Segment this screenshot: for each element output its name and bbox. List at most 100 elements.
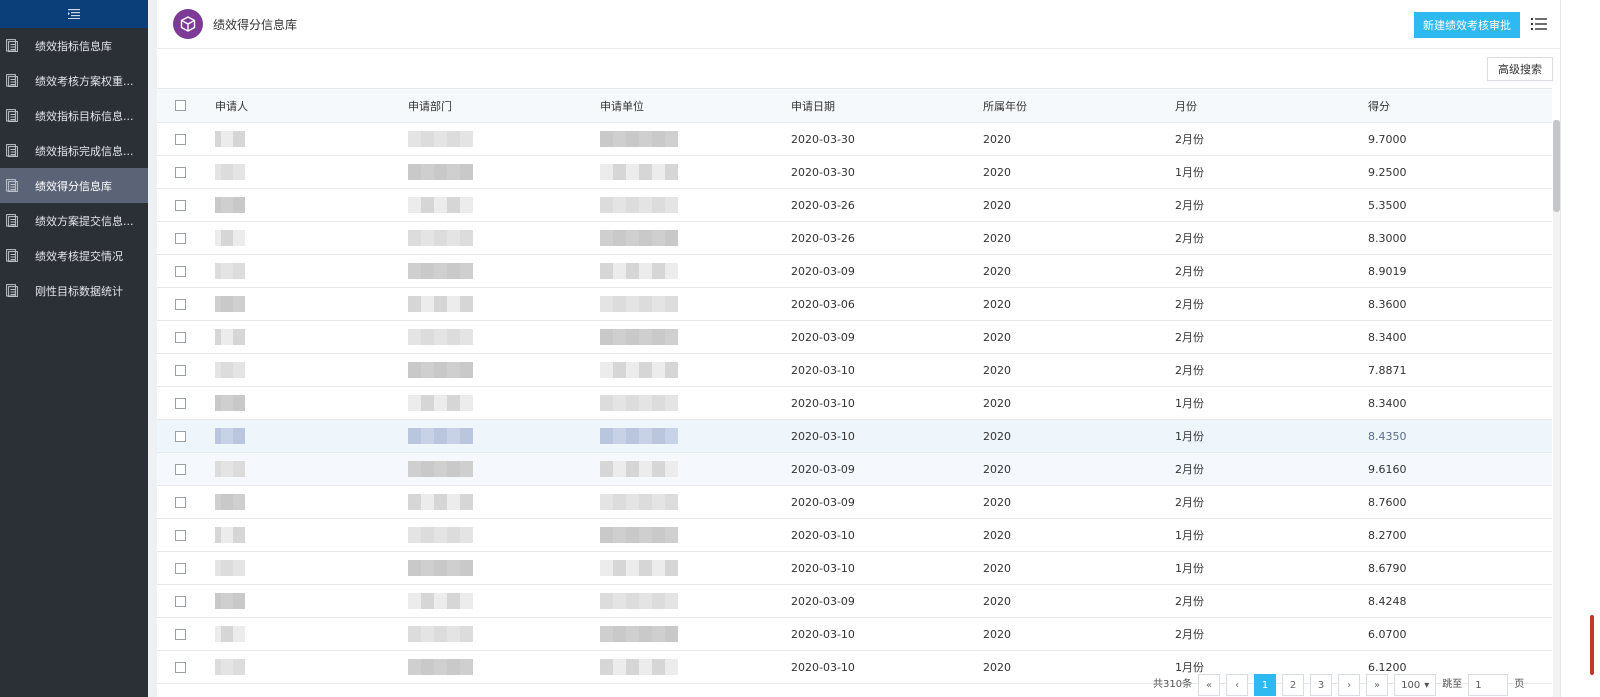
- row-checkbox[interactable]: [175, 288, 187, 320]
- department-cell: [408, 156, 473, 188]
- table-row[interactable]: 2020-03-30 2020 1月份 9.2500: [157, 156, 1552, 189]
- redacted-text: [215, 230, 245, 246]
- last-page-button[interactable]: »: [1366, 674, 1389, 696]
- department-cell: [408, 618, 473, 650]
- table-row[interactable]: 2020-03-10 2020 2月份 6.0700: [157, 618, 1552, 651]
- new-approval-button[interactable]: 新建绩效考核审批: [1414, 12, 1520, 38]
- page-title: 绩效得分信息库: [213, 17, 298, 32]
- department-cell: [408, 585, 473, 617]
- row-checkbox[interactable]: [175, 189, 187, 221]
- applicant-cell: [215, 255, 245, 287]
- table-row[interactable]: 2020-03-10 2020 1月份 8.4350: [157, 420, 1552, 453]
- goto-page-input[interactable]: 1: [1468, 674, 1509, 696]
- sidebar-item[interactable]: 绩效考核方案权重...: [0, 63, 148, 98]
- department-cell: [408, 651, 473, 683]
- document-icon: [6, 39, 20, 53]
- sidebar-item[interactable]: 绩效考核提交情况: [0, 238, 148, 273]
- column-header-date[interactable]: 申请日期: [791, 89, 835, 122]
- column-header-month[interactable]: 月份: [1175, 89, 1197, 122]
- year-cell: 2020: [983, 396, 1011, 410]
- page-button-3[interactable]: 3: [1310, 674, 1333, 696]
- sidebar-item[interactable]: 刚性目标数据统计: [0, 273, 148, 308]
- sidebar-item[interactable]: 绩效方案提交信息...: [0, 203, 148, 238]
- unit-cell: [600, 189, 678, 221]
- row-checkbox[interactable]: [175, 618, 187, 650]
- sidebar-item[interactable]: 绩效得分信息库: [0, 168, 148, 203]
- row-checkbox[interactable]: [175, 156, 187, 188]
- row-checkbox[interactable]: [175, 486, 187, 518]
- row-checkbox[interactable]: [175, 453, 187, 485]
- table-row[interactable]: 2020-03-09 2020 2月份 8.7600: [157, 486, 1552, 519]
- table-scrollbar[interactable]: [1553, 120, 1560, 697]
- year-cell: 2020: [983, 594, 1011, 608]
- row-checkbox[interactable]: [175, 420, 187, 452]
- table-row[interactable]: 2020-03-30 2020 2月份 9.7000: [157, 123, 1552, 156]
- row-checkbox[interactable]: [175, 519, 187, 551]
- applicant-cell: [215, 288, 245, 320]
- table-row[interactable]: 2020-03-09 2020 2月份 8.3400: [157, 321, 1552, 354]
- redacted-text: [215, 593, 245, 609]
- redacted-text: [408, 296, 473, 312]
- column-header-score[interactable]: 得分: [1368, 89, 1390, 122]
- document-icon: [6, 284, 20, 298]
- table-scrollbar-thumb[interactable]: [1553, 120, 1560, 212]
- row-checkbox[interactable]: [175, 354, 187, 386]
- page-button-1[interactable]: 1: [1254, 674, 1277, 696]
- list-icon[interactable]: [1531, 17, 1547, 31]
- score-cell: 8.4248: [1368, 594, 1407, 608]
- document-icon: [6, 74, 20, 88]
- score-cell: 8.6790: [1368, 561, 1407, 575]
- cube-icon: [180, 16, 196, 32]
- row-checkbox[interactable]: [175, 552, 187, 584]
- next-page-button[interactable]: ›: [1338, 674, 1361, 696]
- column-header-department[interactable]: 申请部门: [408, 89, 452, 122]
- document-icon: [6, 144, 20, 158]
- table-row[interactable]: 2020-03-26 2020 2月份 5.3500: [157, 189, 1552, 222]
- row-checkbox[interactable]: [175, 123, 187, 155]
- main-panel: 绩效得分信息库 新建绩效考核审批 高级搜索 申请人 申请部门 申请单位 申请日期…: [157, 0, 1560, 697]
- first-page-button[interactable]: «: [1198, 674, 1221, 696]
- sidebar-collapse-button[interactable]: [0, 0, 148, 28]
- department-cell: [408, 189, 473, 221]
- row-checkbox[interactable]: [175, 255, 187, 287]
- sidebar-item[interactable]: 绩效指标目标信息...: [0, 98, 148, 133]
- redacted-text: [408, 263, 473, 279]
- score-cell: 9.2500: [1368, 165, 1407, 179]
- page-size-select[interactable]: 100 ▾: [1394, 674, 1437, 696]
- window-scrollbar[interactable]: [1560, 0, 1600, 697]
- table-row[interactable]: 2020-03-26 2020 2月份 8.3000: [157, 222, 1552, 255]
- advanced-search-button[interactable]: 高级搜索: [1487, 57, 1553, 81]
- column-header-year[interactable]: 所属年份: [983, 89, 1027, 122]
- table-row[interactable]: 2020-03-10 2020 1月份 8.3400: [157, 387, 1552, 420]
- select-all-checkbox[interactable]: [175, 89, 187, 122]
- table-row[interactable]: 2020-03-10 2020 2月份 7.8871: [157, 354, 1552, 387]
- window-scrollbar-thumb[interactable]: [1590, 615, 1594, 675]
- table-row[interactable]: 2020-03-09 2020 2月份 9.6160: [157, 453, 1552, 486]
- row-checkbox[interactable]: [175, 651, 187, 683]
- row-checkbox[interactable]: [175, 222, 187, 254]
- row-checkbox[interactable]: [175, 585, 187, 617]
- table-header: 申请人 申请部门 申请单位 申请日期 所属年份 月份 得分: [157, 88, 1552, 123]
- department-cell: [408, 552, 473, 584]
- row-checkbox[interactable]: [175, 321, 187, 353]
- sidebar-item[interactable]: 绩效指标完成信息...: [0, 133, 148, 168]
- row-checkbox[interactable]: [175, 387, 187, 419]
- page-button-2[interactable]: 2: [1282, 674, 1305, 696]
- table-row[interactable]: 2020-03-10 2020 1月份 8.6790: [157, 552, 1552, 585]
- double-chevron-right-icon: »: [1374, 679, 1381, 691]
- sidebar-item[interactable]: 绩效指标信息库: [0, 28, 148, 63]
- table-row[interactable]: 2020-03-09 2020 2月份 8.4248: [157, 585, 1552, 618]
- table-row[interactable]: 2020-03-10 2020 1月份 8.2700: [157, 519, 1552, 552]
- app-logo: [173, 9, 203, 39]
- double-chevron-left-icon: «: [1206, 679, 1213, 691]
- table-row[interactable]: 2020-03-09 2020 2月份 8.9019: [157, 255, 1552, 288]
- applicant-cell: [215, 387, 245, 419]
- column-header-unit[interactable]: 申请单位: [600, 89, 644, 122]
- prev-page-button[interactable]: ‹: [1226, 674, 1249, 696]
- column-header-applicant[interactable]: 申请人: [215, 89, 248, 122]
- redacted-text: [408, 230, 473, 246]
- date-cell: 2020-03-10: [791, 363, 855, 377]
- table-row[interactable]: 2020-03-06 2020 2月份 8.3600: [157, 288, 1552, 321]
- score-cell: 9.7000: [1368, 132, 1407, 146]
- date-cell: 2020-03-30: [791, 165, 855, 179]
